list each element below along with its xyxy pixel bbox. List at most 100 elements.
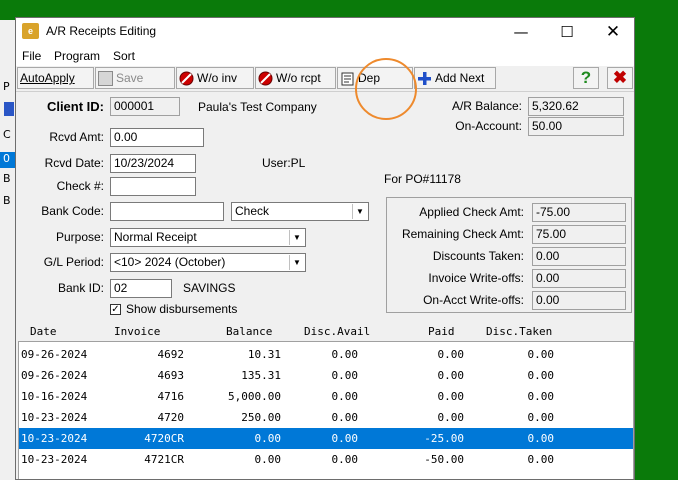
save-label: Save: [116, 71, 144, 85]
table-row[interactable]: 10-23-2024 4720CR 0.00 0.00 -25.00 0.00: [19, 428, 633, 449]
table-cell: 4720CR: [144, 432, 184, 445]
table-cell: 10-23-2024: [21, 411, 88, 424]
column-paid[interactable]: Paid: [428, 325, 455, 338]
bank-name: SAVINGS: [183, 281, 236, 295]
discounts-taken-label: Discounts Taken:: [432, 249, 524, 263]
gl-period-value: <10> 2024 (October): [114, 255, 226, 269]
window-title: A/R Receipts Editing: [46, 24, 157, 38]
table-row[interactable]: 10-23-2024 4721CR 0.00 0.00 -50.00 0.00: [19, 449, 633, 470]
bg-row: 0: [0, 152, 16, 168]
client-name: Paula's Test Company: [198, 100, 317, 114]
bg-row: C: [3, 128, 11, 141]
ar-balance-label: A/R Balance:: [451, 99, 522, 113]
gl-period-label: G/L Period:: [43, 255, 104, 269]
table-cell: 0.00: [437, 369, 465, 382]
check-number-input[interactable]: [110, 177, 196, 196]
invoice-writeoffs-value: 0.00: [532, 269, 626, 288]
writeoff-receipt-button[interactable]: W/o rcpt: [255, 67, 336, 89]
table-cell: 250.00: [241, 411, 281, 424]
gl-period-select[interactable]: <10> 2024 (October) ▼: [110, 253, 306, 272]
rcvd-amt-input[interactable]: 0.00: [110, 128, 204, 147]
cancel-button[interactable]: ✖: [607, 67, 633, 89]
red-x-icon: ✖: [612, 68, 628, 87]
question-mark-icon: ?: [580, 68, 592, 87]
table-cell: 0.00: [331, 411, 359, 424]
save-button[interactable]: Save: [95, 67, 175, 89]
menu-program[interactable]: Program: [54, 49, 100, 63]
close-icon[interactable]: ✕: [590, 18, 634, 46]
highlight-circle: [355, 58, 417, 120]
help-button[interactable]: ?: [573, 67, 599, 89]
table-cell: 09-26-2024: [21, 369, 88, 382]
applied-check-value: -75.00: [532, 203, 626, 222]
menu-sort[interactable]: Sort: [113, 49, 135, 63]
discounts-taken-value: 0.00: [532, 247, 626, 266]
client-id-label: Client ID:: [46, 99, 104, 114]
table-cell: 0.00: [527, 453, 555, 466]
desktop-background: [637, 0, 678, 480]
show-disbursements-checkbox[interactable]: ✓: [110, 304, 121, 315]
maximize-icon[interactable]: ☐: [544, 18, 590, 46]
title-bar: e A/R Receipts Editing — ☐ ✕: [16, 18, 634, 46]
chevron-down-icon[interactable]: ▼: [352, 204, 367, 219]
no-entry-icon: [179, 71, 194, 86]
onacct-writeoffs-value: 0.00: [532, 291, 626, 310]
purpose-select[interactable]: Normal Receipt ▼: [110, 228, 306, 247]
chevron-down-icon[interactable]: ▼: [289, 230, 304, 245]
user-label: User:PL: [262, 156, 306, 170]
bank-code-input[interactable]: [110, 202, 224, 221]
add-next-label: Add Next: [435, 71, 485, 85]
no-entry-icon: [258, 71, 273, 86]
column-balance[interactable]: Balance: [226, 325, 272, 338]
table-cell: 10-23-2024: [21, 453, 88, 466]
table-cell: 0.00: [527, 411, 555, 424]
wo-inv-label: W/o inv: [197, 71, 238, 85]
menu-bar: File Program Sort: [16, 46, 634, 66]
table-row[interactable]: 10-23-2024 4720 250.00 0.00 0.00 0.00: [19, 407, 633, 428]
table-row[interactable]: 09-26-2024 4692 10.31 0.00 0.00 0.00: [19, 344, 633, 365]
table-cell: 0.00: [254, 453, 282, 466]
table-cell: 0.00: [331, 348, 359, 361]
plus-icon: [417, 71, 432, 86]
ar-balance-value: 5,320.62: [528, 97, 624, 116]
table-cell: 0.00: [331, 432, 359, 445]
table-row[interactable]: 09-26-2024 4693 135.31 0.00 0.00 0.00: [19, 365, 633, 386]
client-id-field: 000001: [110, 97, 180, 116]
ar-receipts-window: e A/R Receipts Editing — ☐ ✕ File Progra…: [15, 17, 635, 480]
column-date[interactable]: Date: [30, 325, 57, 338]
menu-file[interactable]: File: [22, 49, 41, 63]
table-cell: 4692: [157, 348, 185, 361]
bg-icon: [4, 102, 14, 116]
column-disc-taken[interactable]: Disc.Taken: [486, 325, 552, 338]
bg-row: B: [3, 172, 11, 185]
table-cell: 0.00: [331, 453, 359, 466]
invoice-writeoffs-label: Invoice Write-offs:: [428, 271, 524, 285]
rcvd-date-input[interactable]: 10/23/2024: [110, 154, 196, 173]
wo-rcpt-label: W/o rcpt: [276, 71, 321, 85]
autoapply-button[interactable]: AutoApply: [17, 67, 94, 89]
column-invoice[interactable]: Invoice: [114, 325, 160, 338]
add-next-button[interactable]: Add Next: [414, 67, 496, 89]
chevron-down-icon[interactable]: ▼: [289, 255, 304, 270]
column-disc-avail[interactable]: Disc.Avail: [304, 325, 370, 338]
writeoff-invoice-button[interactable]: W/o inv: [176, 67, 254, 89]
table-row[interactable]: 10-16-2024 4716 5,000.00 0.00 0.00 0.00: [19, 386, 633, 407]
bank-id-input[interactable]: 02: [110, 279, 172, 298]
table-cell: 10-16-2024: [21, 390, 88, 403]
check-number-label: Check #:: [56, 179, 104, 193]
applied-check-label: Applied Check Amt:: [419, 205, 524, 219]
table-cell: 10.31: [247, 348, 281, 361]
rcvd-date-label: Rcvd Date:: [44, 156, 104, 170]
table-cell: 0.00: [331, 390, 359, 403]
table-cell: 4720: [157, 411, 185, 424]
rcvd-amt-label: Rcvd Amt:: [49, 130, 104, 144]
minimize-icon[interactable]: —: [498, 18, 544, 46]
table-cell: -25.00: [424, 432, 464, 445]
remaining-check-label: Remaining Check Amt:: [401, 227, 524, 241]
payment-type-select[interactable]: Check ▼: [231, 202, 369, 221]
table-cell: 4693: [157, 369, 185, 382]
bank-id-label: Bank ID:: [57, 281, 104, 295]
toolbar: AutoApply Save W/o inv W/o rcpt Dep Add …: [16, 66, 634, 92]
bg-row: B: [3, 194, 11, 207]
on-account-label: On-Account:: [455, 119, 522, 133]
